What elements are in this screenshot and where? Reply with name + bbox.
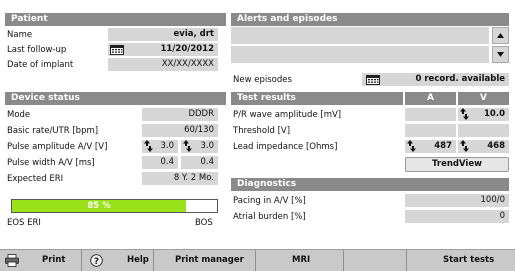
update-arrows-icon — [460, 108, 469, 120]
alerts-header-text: Alerts and episodes — [237, 14, 338, 24]
print-manager-button[interactable]: Print manager — [154, 250, 256, 271]
alerts-header: Alerts and episodes — [231, 13, 509, 26]
atrial-burden-label: Atrial burden [%] — [233, 212, 306, 222]
mode-value: DDDR — [142, 108, 218, 121]
new-episodes-text: 0 record. available — [415, 74, 505, 84]
battery-percent: 85 % — [87, 201, 111, 211]
pulse-amplitude-v-text: 3.0 — [200, 141, 214, 151]
scroll-down-icon — [497, 52, 504, 57]
lead-impedance-label: Lead impedance [Ohms] — [233, 142, 338, 152]
patient-header-text: Patient — [11, 14, 48, 24]
lead-impedance-a-text: 487 — [434, 141, 452, 151]
atrial-burden-value: 0 — [405, 210, 509, 223]
new-episodes-label: New episodes — [233, 75, 292, 85]
scroll-up-button[interactable] — [492, 27, 509, 44]
svg-text:?: ? — [94, 257, 99, 267]
diagnostics-header: Diagnostics — [231, 178, 509, 191]
threshold-v — [458, 124, 509, 137]
update-arrows-icon — [144, 140, 153, 152]
column-a-text: A — [427, 93, 434, 103]
battery-left-label: EOS ERI — [7, 218, 41, 228]
print-label: Print — [42, 255, 66, 265]
last-followup-value: 11/20/2012 — [108, 43, 218, 56]
lead-impedance-v-text: 468 — [487, 141, 505, 151]
update-arrows-icon — [407, 140, 416, 152]
alerts-list-row — [231, 27, 489, 44]
pulse-width-a: 0.4 — [142, 156, 178, 169]
basic-rate-label: Basic rate/UTR [bpm] — [7, 126, 99, 136]
start-tests-label: Start tests — [443, 255, 495, 265]
pulse-width-label: Pulse width A/V [ms] — [7, 158, 95, 168]
start-tests-button[interactable]: Start tests — [407, 250, 515, 271]
implant-date-value: XX/XX/XXXX — [108, 58, 218, 71]
expected-eri-value: 8 Y. 2 Mo. — [142, 172, 218, 185]
mode-label: Mode — [7, 110, 31, 120]
new-episodes-value: 0 record. available — [362, 73, 509, 86]
battery-gauge: 85 % — [11, 199, 218, 213]
help-label: Help — [127, 255, 149, 265]
trendview-button[interactable]: TrendView — [405, 157, 509, 172]
printer-icon — [5, 254, 19, 267]
update-arrows-icon — [460, 140, 469, 152]
pulse-amplitude-a-text: 3.0 — [160, 141, 174, 151]
last-followup-label: Last follow-up — [7, 45, 67, 55]
test-results-header: Test results — [231, 92, 403, 105]
pacing-value: 100/0 — [405, 194, 509, 207]
mri-label: MRI — [292, 255, 311, 265]
basic-rate-value: 60/130 — [142, 124, 218, 137]
alerts-list[interactable] — [231, 27, 489, 63]
threshold-a — [405, 124, 456, 137]
scroll-down-button[interactable] — [492, 46, 509, 63]
scroll-up-icon — [497, 33, 504, 38]
pr-wave-a — [405, 108, 456, 121]
print-button[interactable]: Print — [0, 250, 82, 271]
help-button[interactable]: ? Help — [82, 250, 154, 271]
last-followup-date: 11/20/2012 — [160, 44, 214, 54]
pulse-width-v: 0.4 — [181, 156, 218, 169]
pacing-label: Pacing in A/V [%] — [233, 196, 306, 206]
test-results-header-text: Test results — [237, 93, 296, 103]
device-status-header: Device status — [5, 92, 226, 105]
name-label: Name — [7, 30, 33, 40]
pr-wave-v-text: 10.0 — [484, 109, 505, 119]
pulse-amplitude-label: Pulse amplitude A/V [V] — [7, 142, 108, 152]
calendar-icon[interactable] — [110, 45, 124, 55]
pr-wave-label: P/R wave amplitude [mV] — [233, 110, 342, 120]
implant-date-label: Date of implant — [7, 60, 74, 70]
device-status-header-text: Device status — [11, 93, 80, 103]
mri-button[interactable]: MRI — [256, 250, 344, 271]
threshold-label: Threshold [V] — [233, 126, 291, 136]
toolbar-spacer — [344, 250, 407, 271]
diagnostics-header-text: Diagnostics — [237, 179, 297, 189]
episodes-calendar-icon[interactable] — [366, 75, 380, 85]
help-icon: ? — [90, 254, 103, 267]
update-arrows-icon — [183, 140, 192, 152]
column-a-header: A — [405, 92, 456, 105]
trendview-label: TrendView — [432, 159, 482, 169]
bottom-toolbar: Print ? Help Print manager MRI Start tes… — [0, 249, 515, 271]
expected-eri-label: Expected ERI — [7, 174, 64, 184]
patient-header: Patient — [5, 13, 226, 26]
print-manager-label: Print manager — [175, 255, 244, 265]
alerts-list-row — [231, 46, 489, 63]
column-v-text: V — [480, 93, 487, 103]
battery-right-label: BOS — [195, 218, 213, 228]
column-v-header: V — [458, 92, 509, 105]
name-value: evia, drt — [108, 28, 218, 41]
